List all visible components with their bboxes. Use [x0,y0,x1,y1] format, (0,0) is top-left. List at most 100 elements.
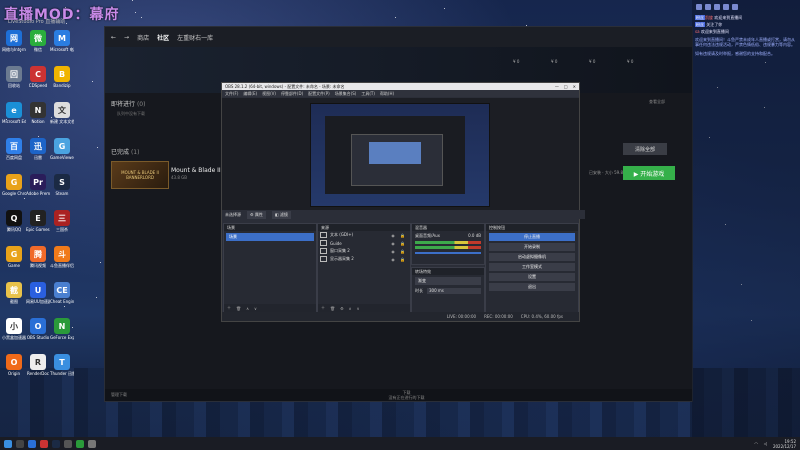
obs-menu-item[interactable]: 停靠部件(D) [281,91,303,97]
nav-community[interactable]: 社区 [157,33,169,42]
source-item[interactable]: Guide ◉ 🔒 [318,239,410,247]
visibility-lock-icons[interactable]: ◉ 🔒 [391,241,410,246]
virtual-camera-button[interactable]: 启动虚拟摄像机 [489,253,575,261]
visibility-lock-icons[interactable]: ◉ 🔒 [391,257,410,262]
add-icon[interactable]: ＋ [321,305,325,311]
taskbar-app-icon[interactable] [40,439,48,448]
trash-icon[interactable]: 🗑 [330,306,335,311]
desktop-icon[interactable]: MMicrosoft 电脑管家 [50,30,74,52]
view-all-link[interactable]: 查看全部 [649,99,665,105]
desktop-icon[interactable]: Q 腾讯QQ [2,210,26,232]
desktop-icon[interactable]: TThunder 迅雷影音 [50,354,74,376]
back-icon[interactable]: ← [111,34,116,41]
clear-all-button[interactable]: 清除全部 [623,143,667,155]
gear-icon[interactable]: ⚙ [340,306,344,311]
volume-icon[interactable]: ◁ [764,441,767,446]
play-game-button[interactable]: ▶ 开始游戏 [623,166,675,180]
close-icon[interactable]: ✕ [573,84,576,89]
chat-icon[interactable] [732,4,738,10]
exit-button[interactable]: 退出 [489,283,575,291]
forward-icon[interactable]: → [124,34,129,41]
clock[interactable]: 19:52 2022/12/17 [773,439,796,449]
chevron-down-icon[interactable]: ∨ [357,306,360,311]
start-recording-button[interactable]: 开始录制 [489,243,575,251]
desktop-icon[interactable]: NGeForce Experience [50,318,74,340]
desktop-icon[interactable]: U 网易UU加速器 [26,282,50,304]
desktop-icon[interactable]: S Steam [50,174,74,196]
desktop-icon[interactable]: N Notion [26,102,50,124]
obs-menu-item[interactable]: 编辑(E) [243,91,257,97]
studio-mode-button[interactable]: 工作室模式 [489,263,575,271]
desktop-icon[interactable]: 小小黑盒加速器 [2,318,26,340]
desktop-icon[interactable]: PrAdobe Premiere [26,174,50,196]
desktop-icon[interactable]: G Game [2,246,26,268]
visibility-lock-icons[interactable]: ◉ 🔒 [391,233,410,238]
desktop-icon[interactable]: CECheat Engine [50,282,74,304]
obs-menu-item[interactable]: 配置文件(P) [308,91,330,97]
chevron-up-icon[interactable]: ∧ [246,306,249,311]
desktop-icon[interactable]: 迅迅雷 [26,138,50,160]
minimize-icon[interactable]: — [555,84,559,89]
wifi-icon[interactable]: ◠ [754,441,758,446]
add-icon[interactable]: ＋ [227,305,231,311]
desktop-icon[interactable]: eMicrosoft Edge [2,102,26,124]
manage-downloads-link[interactable]: 管理下载 [111,392,127,398]
start-icon[interactable] [4,439,12,448]
desktop-icon[interactable]: 网网络与Internet [2,30,26,52]
obs-menu-item[interactable]: 场景集合(S) [335,91,357,97]
search-icon[interactable] [16,439,24,448]
desktop-icon[interactable]: O Origin [2,354,26,376]
desktop-icon[interactable]: G GameViewer [50,138,74,160]
chat-icon[interactable] [723,4,729,10]
maximize-icon[interactable]: □ [564,84,568,89]
app-icon: 微 [30,30,46,46]
obs-menu-item[interactable]: 视图(V) [262,91,276,97]
chat-icon[interactable] [705,4,711,10]
desktop-icon[interactable]: EEpic Games Launcher [26,210,50,232]
desktop-icon[interactable]: 百百度网盘 [2,138,26,160]
desktop-icon[interactable]: 文新建 文本文档 [50,102,74,124]
taskbar-app-icon[interactable] [28,439,36,448]
chat-icon[interactable] [714,4,720,10]
obs-menu-item[interactable]: 工具(T) [361,91,375,97]
obs-menu-item[interactable]: 帮助(H) [380,91,394,97]
desktop-icon[interactable]: B Bandizip [50,66,74,88]
chevron-down-icon[interactable]: ∨ [254,306,257,311]
desktop-icon[interactable]: 回回收站 [2,66,26,88]
stop-streaming-button[interactable]: 停止直播 [489,233,575,241]
obs-menu-item[interactable]: 文件(F) [225,91,238,97]
trash-icon[interactable]: 🗑 [236,306,241,311]
desktop-icon[interactable]: 斗斗鱼直播伴侣 [50,246,74,268]
source-properties-button[interactable]: ⚙ 属性 [247,210,266,219]
nav-store[interactable]: 商店 [137,33,149,42]
desktop-icon[interactable]: 三三国杀 [50,210,74,232]
desktop-icon[interactable]: 截截图 [2,282,26,304]
source-item[interactable]: 文本 (GDI+) ◉ 🔒 [318,231,410,239]
scene-item[interactable]: 场景 [226,233,314,241]
nav-user[interactable]: 左重财右一库 [177,33,213,42]
taskbar-app-icon[interactable] [64,439,72,448]
chat-icon[interactable] [696,4,702,10]
desktop-icon[interactable]: 腾腾讯视频 [26,246,50,268]
chevron-up-icon[interactable]: ∧ [349,306,352,311]
taskbar-app-icon[interactable] [52,439,60,448]
transition-select[interactable]: 渐变 [415,277,481,285]
desktop-icon[interactable]: GGoogle Chrome [2,174,26,196]
visibility-lock-icons[interactable]: ◉ 🔒 [391,249,410,254]
source-filters-button[interactable]: ◧ 滤镜 [271,210,291,219]
game-cover-bannerlord[interactable]: MOUNT & BLADE II BANNERLORD [111,161,169,189]
desktop-icon[interactable]: C CDSpeed [26,66,50,88]
obs-preview[interactable] [222,98,579,210]
duration-input[interactable]: 300 ms [427,288,481,294]
chat-username[interactable]: 凯旋 [705,15,713,20]
volume-slider[interactable] [415,252,481,254]
fan-badge: 粉丝 [695,22,705,27]
source-item[interactable]: 窗口采集 2 ◉ 🔒 [318,247,410,255]
taskbar-app-icon[interactable] [76,439,84,448]
taskbar-app-icon[interactable] [88,439,96,448]
settings-button[interactable]: 设置 [489,273,575,281]
desktop-icon[interactable]: R RenderDoc [26,354,50,376]
desktop-icon[interactable]: 微微信 [26,30,50,52]
source-item[interactable]: 显示器采集 2 ◉ 🔒 [318,255,410,263]
desktop-icon[interactable]: O OBS Studio [26,318,50,340]
